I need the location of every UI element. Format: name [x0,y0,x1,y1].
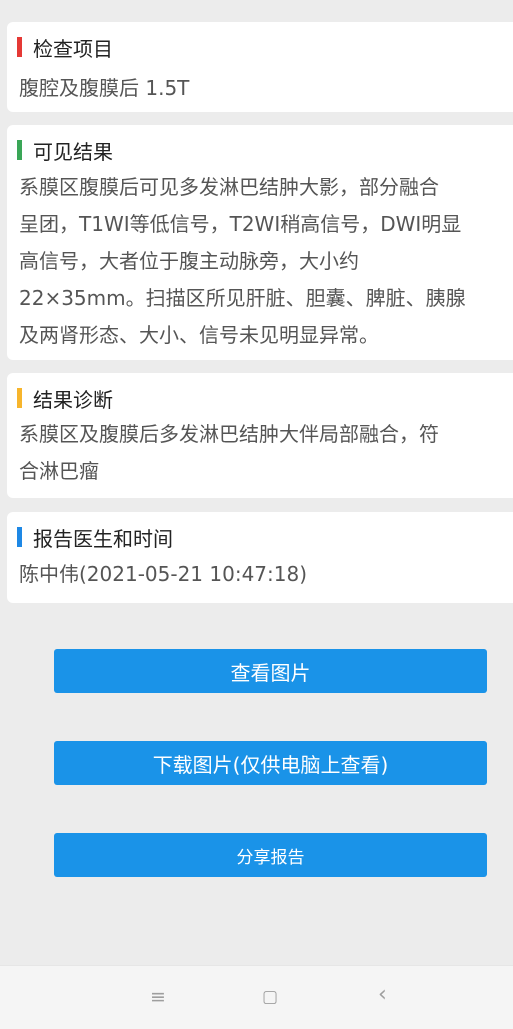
diagnosis-card: 结果诊断 系膜区及腹膜后多发淋巴结肿大伴局部融合，符 合淋巴瘤 [7,373,513,498]
doctor-content: 陈中伟(2021-05-21 10:47:18) [19,562,308,586]
exam-item-header: 检查项目 [17,34,113,61]
doctor-card: 报告医生和时间 陈中伟(2021-05-21 10:47:18) [7,512,513,603]
blue-marker-icon [17,527,22,547]
view-images-button[interactable]: 查看图片 [54,649,487,693]
diagnosis-title: 结果诊断 [33,387,113,412]
yellow-marker-icon [17,388,22,408]
findings-header: 可见结果 [17,137,113,164]
findings-title: 可见结果 [33,139,113,164]
green-marker-icon [17,140,22,160]
red-marker-icon [17,37,22,57]
exam-item-content: 腹腔及腹膜后 1.5T [19,76,190,100]
home-icon[interactable]: ▢ [262,987,278,1007]
findings-content: 系膜区腹膜后可见多发淋巴结肿大影，部分融合 呈团，T1WI等低信号，T2WI稍高… [19,175,466,347]
share-report-button[interactable]: 分享报告 [54,833,487,877]
exam-item-title: 检查项目 [33,36,113,61]
system-navigation-bar: ≡ ▢ ‹ [0,965,513,1029]
diagnosis-content: 系膜区及腹膜后多发淋巴结肿大伴局部融合，符 合淋巴瘤 [19,422,439,483]
diagnosis-header: 结果诊断 [17,385,113,412]
doctor-header: 报告医生和时间 [17,524,173,551]
doctor-title: 报告医生和时间 [33,526,173,551]
menu-icon[interactable]: ≡ [150,986,166,1008]
download-images-button[interactable]: 下载图片(仅供电脑上查看) [54,741,487,785]
back-icon[interactable]: ‹ [378,982,387,1007]
exam-item-card: 检查项目 腹腔及腹膜后 1.5T [7,22,513,112]
findings-card: 可见结果 系膜区腹膜后可见多发淋巴结肿大影，部分融合 呈团，T1WI等低信号，T… [7,125,513,360]
